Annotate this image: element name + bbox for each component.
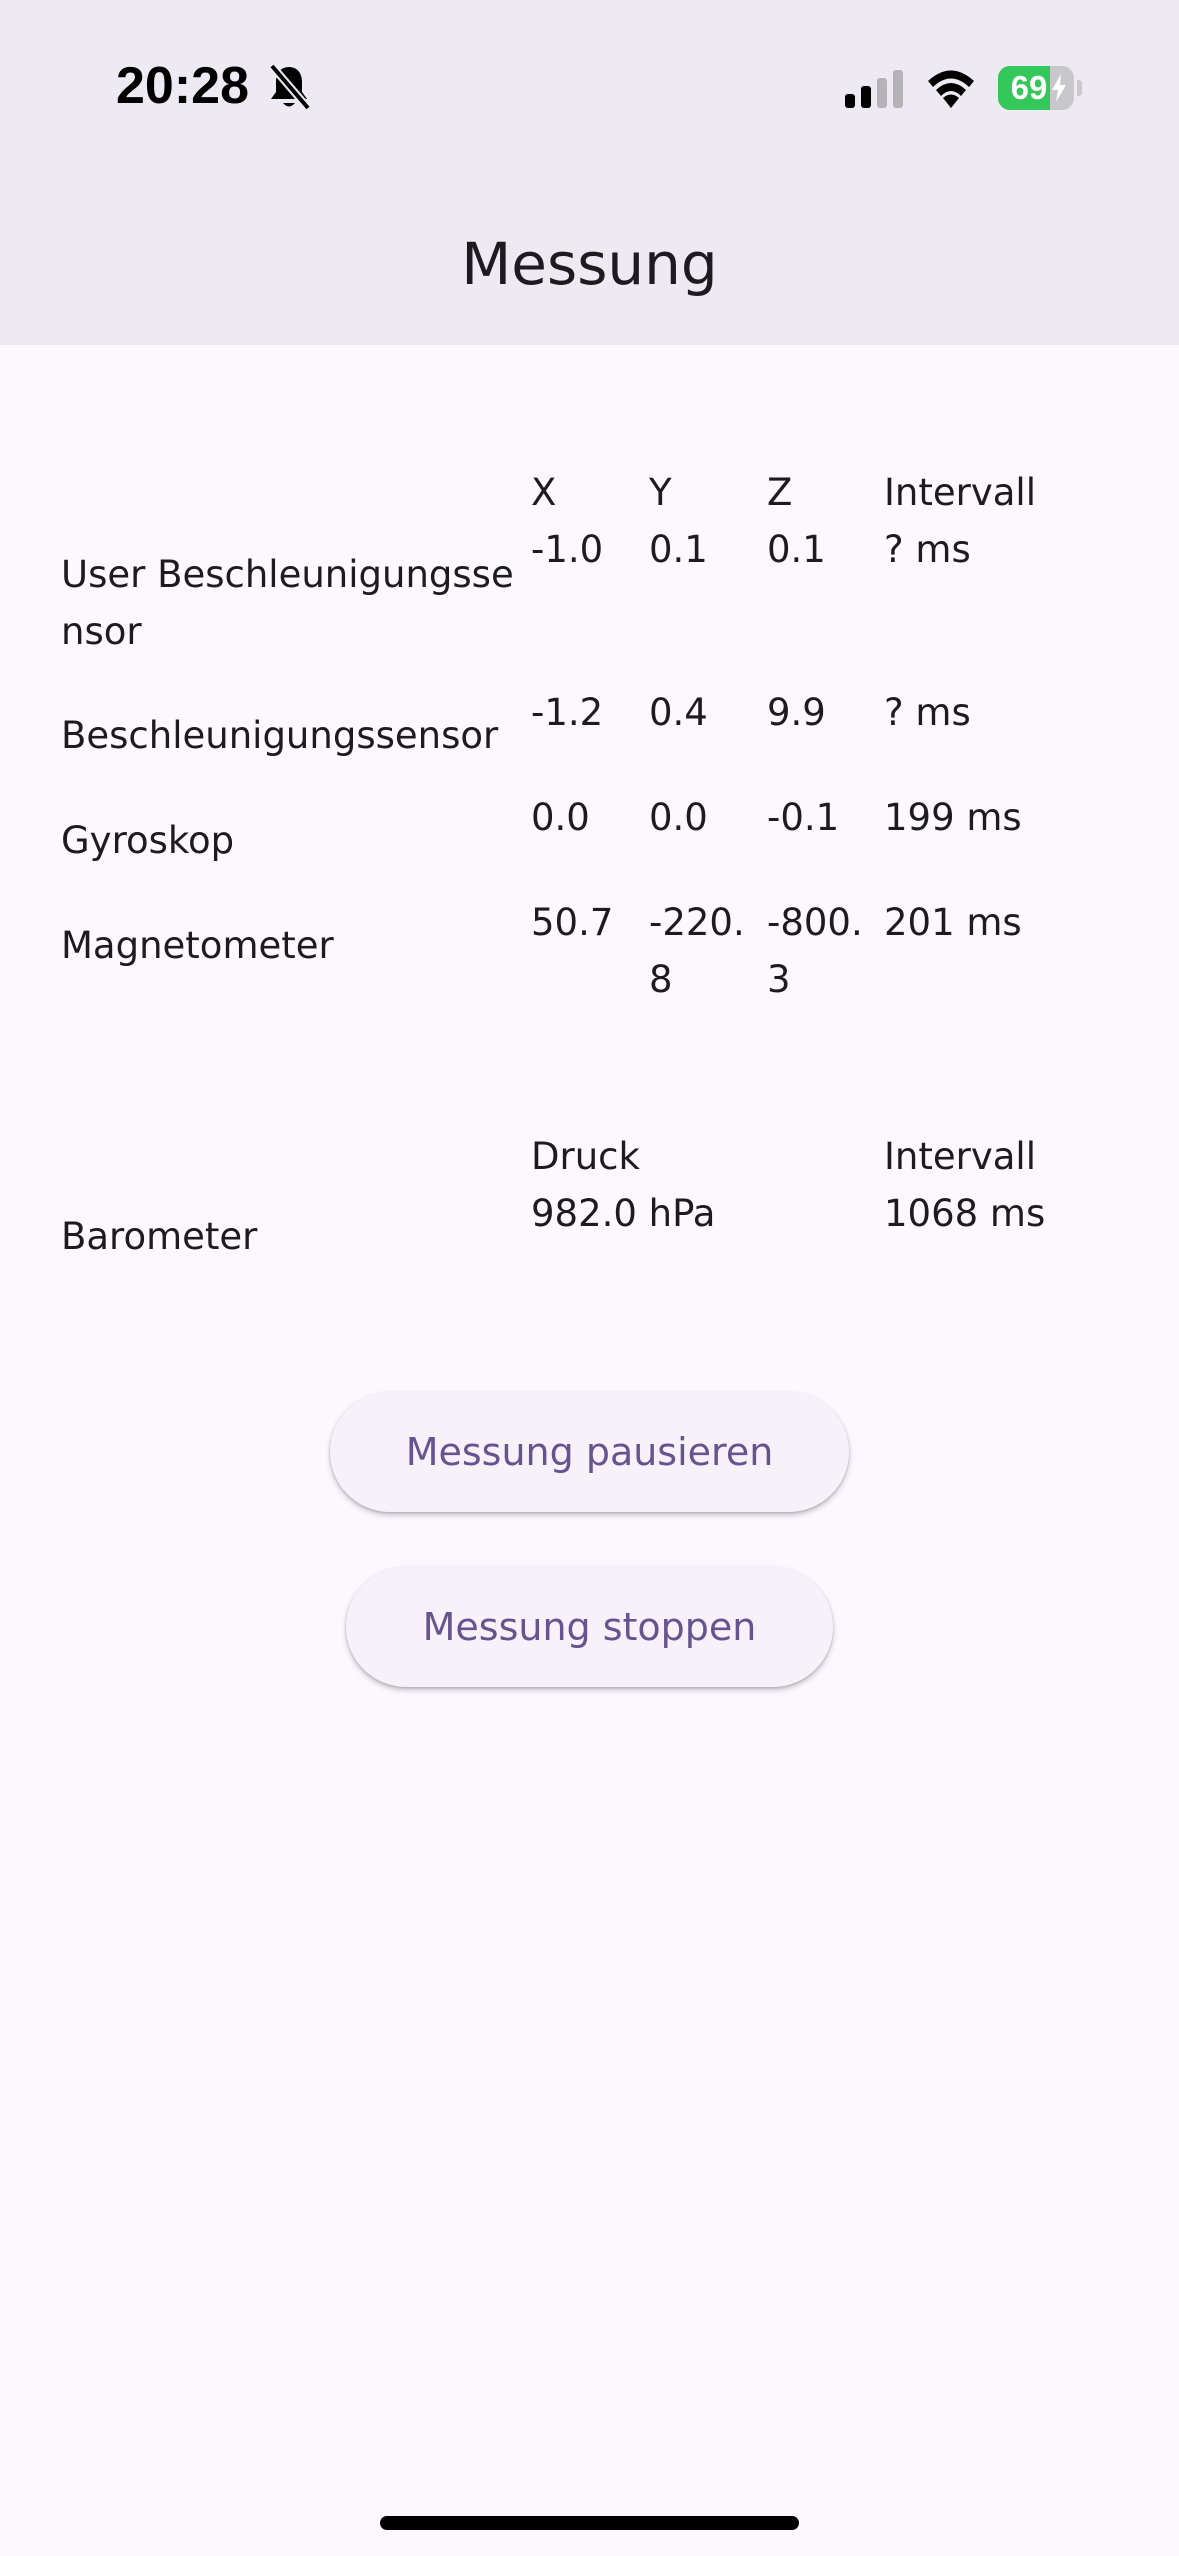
battery-indicator: 69 [998,66,1082,110]
sensor-value-x: -1.2 [531,691,604,734]
sensor-value-y: 0.1 [649,528,708,571]
sensor-name-gyroscope: Gyroskop [61,819,235,862]
sensor-interval: ? ms [884,528,971,571]
sensor-value-x: -1.0 [531,528,604,571]
column-header-y: Y [649,471,672,514]
sensor-value-z: -800.3 [767,901,863,1001]
column-header-interval: Intervall [884,471,1036,514]
sensor-interval: ? ms [884,691,971,734]
measurement-screen: 20:28 69 Messung X Y Z Intervall User Be… [0,0,1179,2556]
cellular-signal-icon [845,70,903,108]
sensor-interval: 199 ms [884,796,1022,839]
battery-cap [1077,80,1082,96]
app-bar: 20:28 69 Messung [0,0,1179,345]
home-indicator[interactable] [380,2516,799,2530]
sensor-value-y: -220.8 [649,901,745,1001]
page-title: Messung [461,230,718,298]
stop-measurement-button[interactable]: Messung stoppen [346,1567,833,1687]
sensor-value-z: 0.1 [767,528,826,571]
bell-slash-icon [268,63,312,111]
pressure-label: Druck [531,1135,640,1178]
sensor-name-user-accelerometer: User Beschleunigungssensor [61,553,514,653]
sensor-name-magnetometer: Magnetometer [61,924,334,967]
sensor-name-barometer: Barometer [61,1215,258,1258]
wifi-icon [928,70,974,108]
column-header-x: X [531,471,557,514]
column-header-z: Z [767,471,793,514]
charging-bolt-icon [1052,74,1066,102]
barometer-interval-label: Intervall [884,1135,1036,1178]
pause-measurement-button[interactable]: Messung pausieren [330,1392,849,1512]
sensor-value-x: 50.7 [531,901,614,944]
sensor-value-y: 0.4 [649,691,708,734]
barometer-interval-value: 1068 ms [884,1192,1046,1235]
sensor-value-y: 0.0 [649,796,708,839]
pressure-value: 982.0 hPa [531,1192,716,1235]
sensor-name-accelerometer: Beschleunigungssensor [61,714,499,757]
sensor-value-z: -0.1 [767,796,840,839]
status-time: 20:28 [116,57,249,115]
sensor-value-z: 9.9 [767,691,826,734]
sensor-interval: 201 ms [884,901,1022,944]
sensor-value-x: 0.0 [531,796,590,839]
battery-body: 69 [998,66,1074,110]
